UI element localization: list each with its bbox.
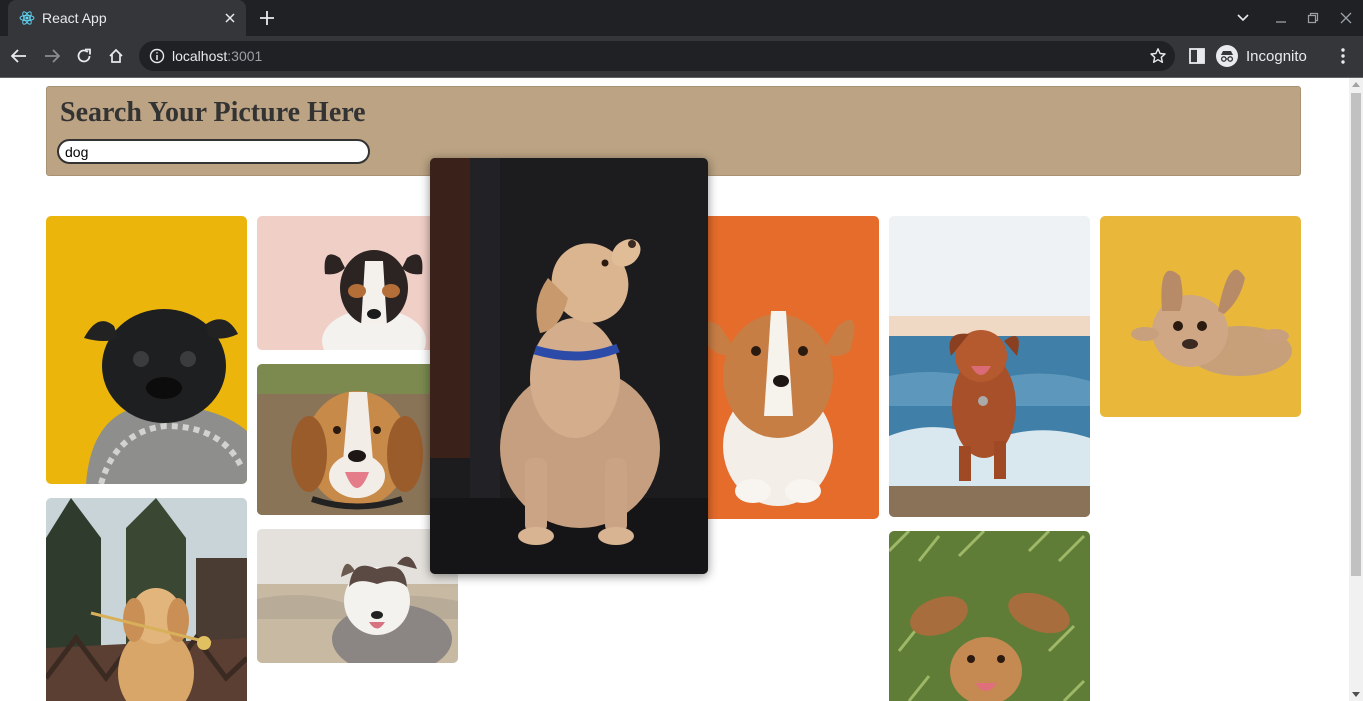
info-icon[interactable]: [149, 48, 165, 64]
incognito-icon: [1216, 45, 1238, 67]
golden-puppy-image: [46, 498, 247, 701]
image-card-toller[interactable]: [889, 216, 1090, 517]
scroll-up-arrow[interactable]: [1352, 82, 1360, 87]
incognito-indicator[interactable]: Incognito: [1216, 44, 1307, 68]
menu-icon[interactable]: [1333, 46, 1353, 66]
tab-strip: React App: [0, 0, 1363, 36]
pug-image: [46, 216, 247, 484]
minimize-icon[interactable]: [1270, 8, 1292, 28]
scroll-down-arrow[interactable]: [1352, 692, 1360, 697]
browser-tab[interactable]: React App: [8, 0, 246, 36]
image-card-aussie[interactable]: [257, 529, 458, 663]
aussie-image: [257, 529, 458, 663]
toller-image: [889, 216, 1090, 517]
corgi-image: [678, 216, 879, 519]
reload-icon[interactable]: [72, 44, 96, 68]
search-input[interactable]: [57, 139, 370, 164]
url-text: localhost:3001: [172, 48, 263, 64]
image-card-beagle[interactable]: [257, 364, 458, 515]
image-card-spaniel[interactable]: [889, 531, 1090, 701]
restore-icon[interactable]: [1302, 8, 1324, 28]
close-icon[interactable]: [220, 8, 240, 28]
page-scrollbar[interactable]: [1349, 78, 1363, 701]
beagle-image: [257, 364, 458, 515]
address-bar[interactable]: localhost:3001: [139, 41, 1175, 71]
browser-toolbar: localhost:3001 Incognito: [0, 36, 1363, 77]
react-icon: [19, 11, 35, 25]
image-card-golden-puppy[interactable]: [46, 498, 247, 701]
home-icon[interactable]: [104, 44, 128, 68]
side-panel-icon[interactable]: [1187, 46, 1207, 66]
plus-icon[interactable]: [256, 8, 278, 28]
labrador-image: [430, 158, 708, 574]
image-card-frenchie[interactable]: [1100, 216, 1301, 417]
image-card-pug[interactable]: [46, 216, 247, 484]
scroll-thumb[interactable]: [1351, 93, 1361, 576]
image-card-corgi[interactable]: [678, 216, 879, 519]
tab-title: React App: [42, 10, 107, 26]
chevron-down-icon[interactable]: [1232, 8, 1254, 28]
back-icon[interactable]: [7, 44, 31, 68]
window-close-icon[interactable]: [1335, 8, 1357, 28]
page-title: Search Your Picture Here: [60, 97, 366, 128]
image-card-labrador-zoomed[interactable]: [430, 158, 708, 574]
incognito-label: Incognito: [1246, 47, 1307, 65]
image-card-jack-russell[interactable]: [257, 216, 458, 350]
page-viewport: Search Your Picture Here: [0, 78, 1349, 701]
star-icon[interactable]: [1149, 47, 1167, 65]
frenchie-image: [1100, 216, 1301, 417]
spaniel-image: [889, 531, 1090, 701]
jack-russell-image: [257, 216, 458, 350]
forward-icon[interactable]: [40, 44, 64, 68]
